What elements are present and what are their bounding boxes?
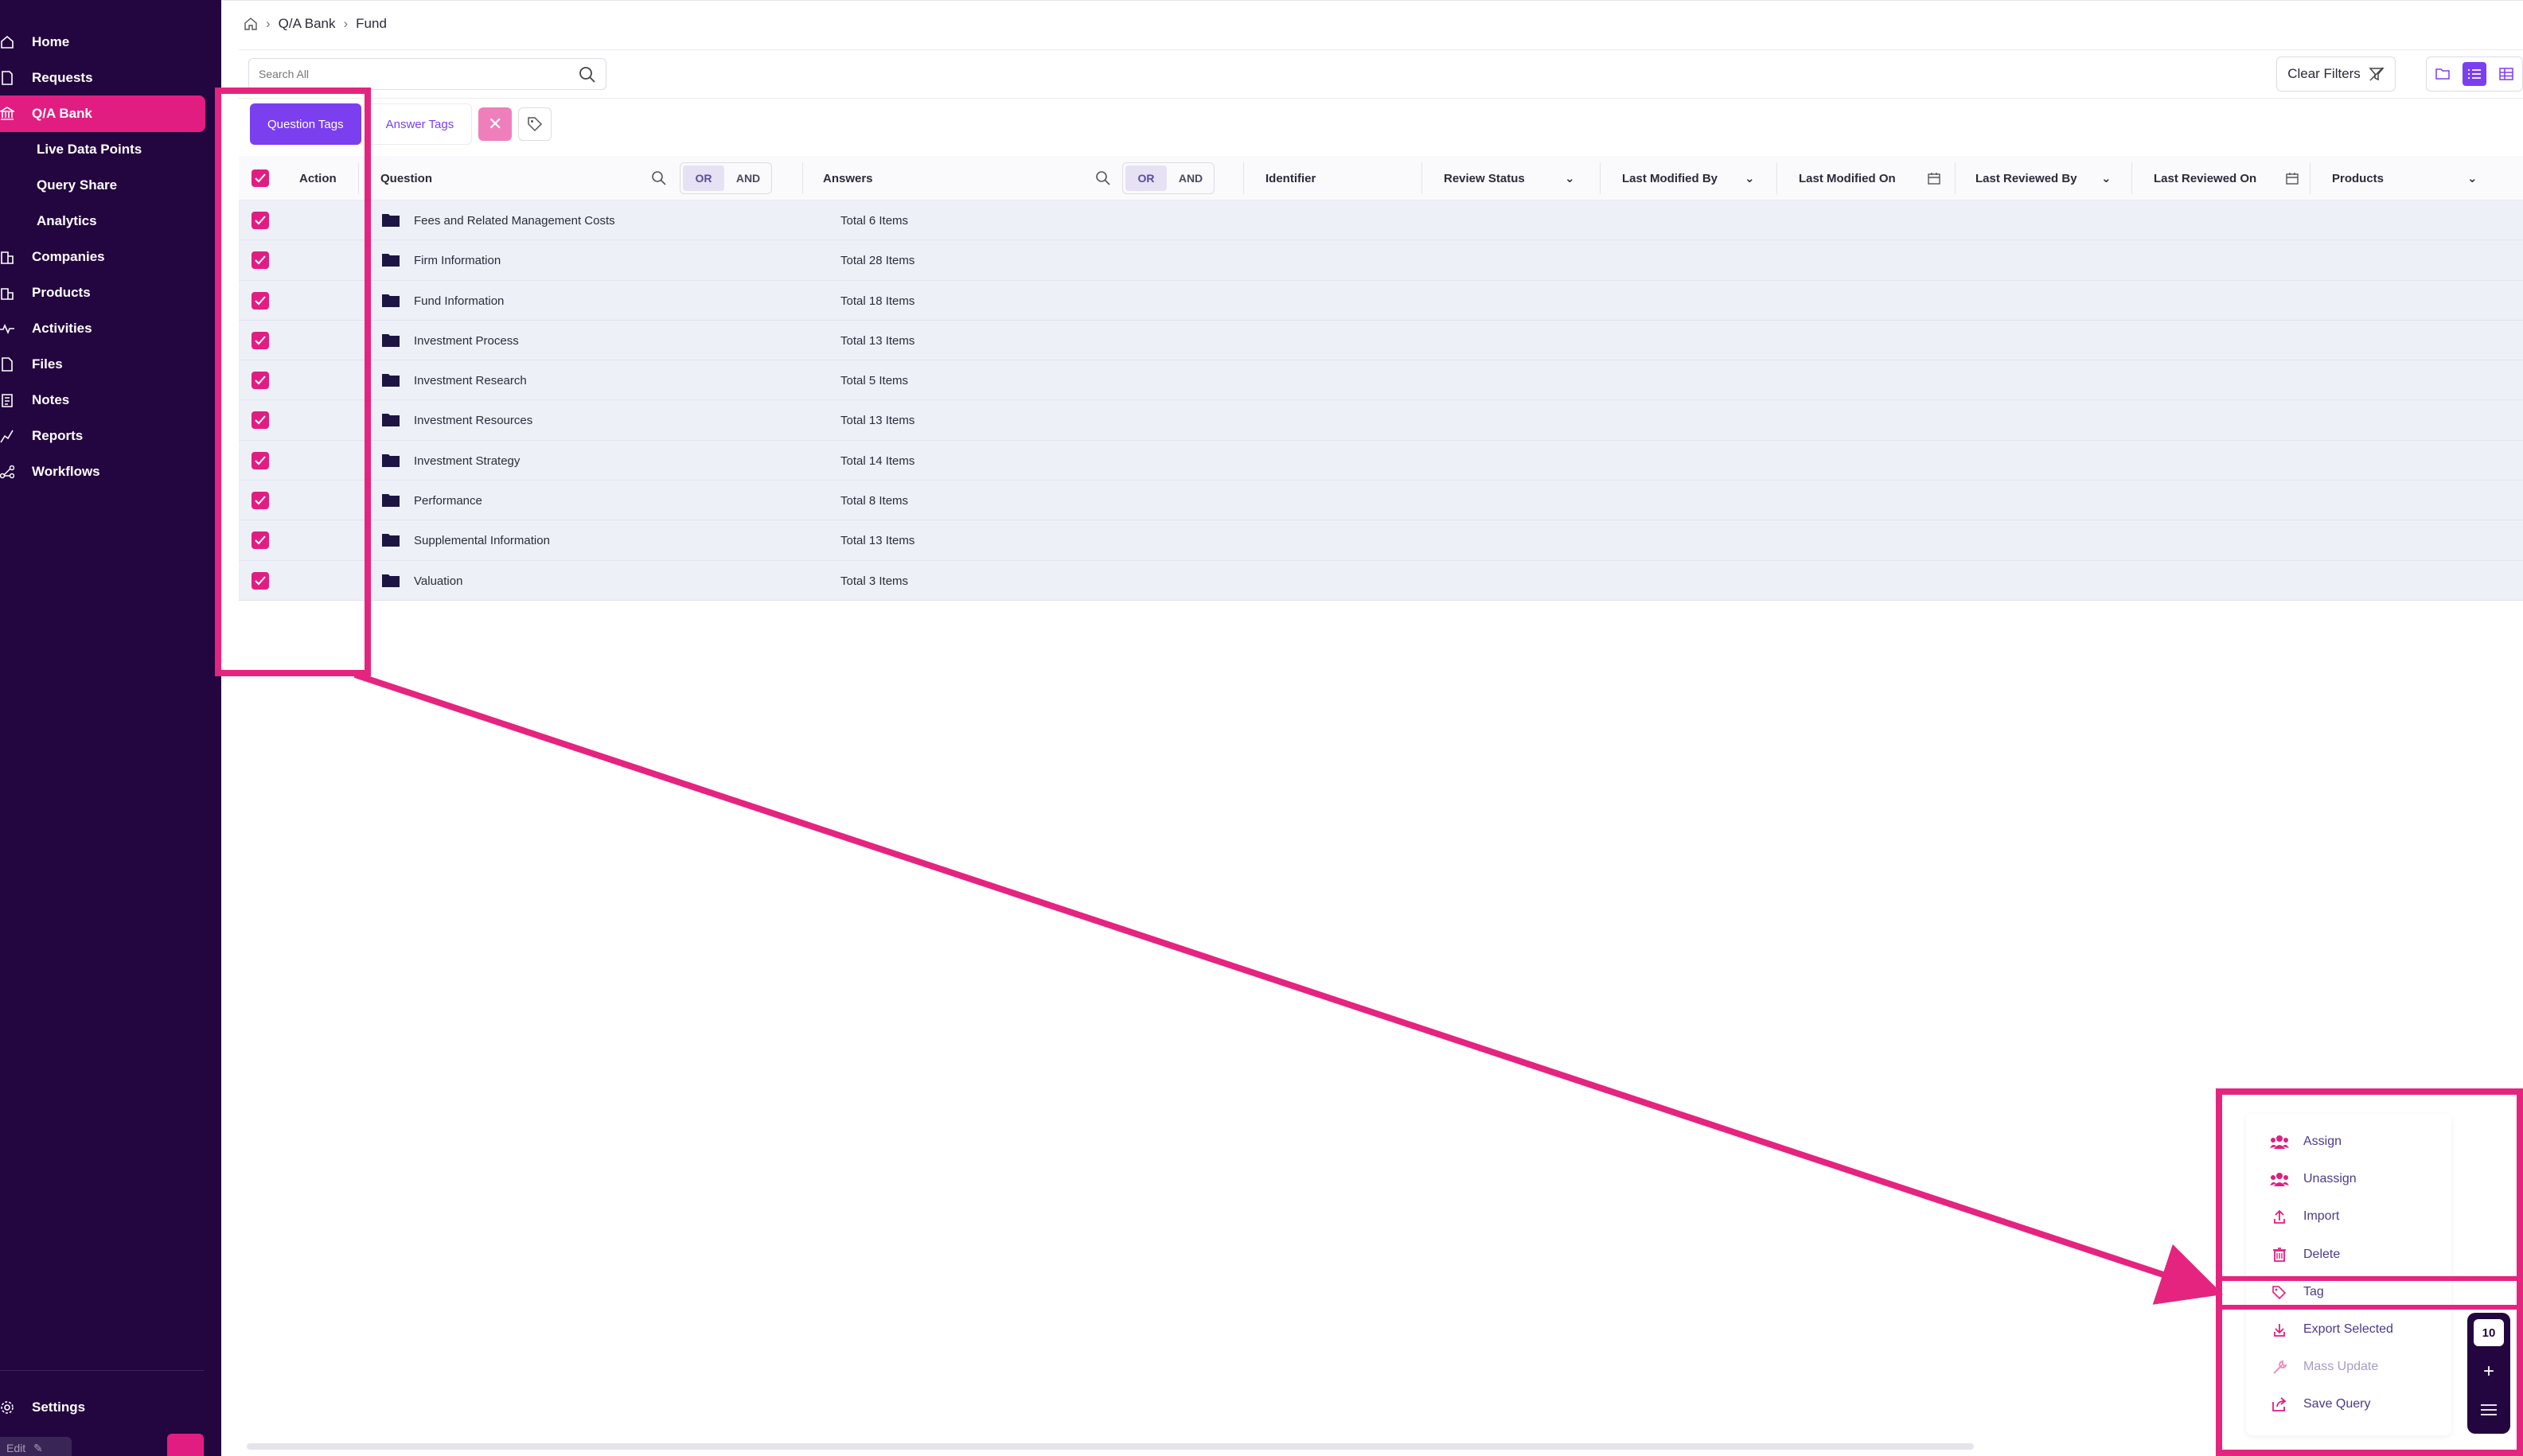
arrow-line (353, 672, 2224, 1305)
app-root: Home Requests Q/A Bank Live Data Points … (0, 0, 2523, 1456)
annotation-arrow (353, 672, 2224, 1305)
